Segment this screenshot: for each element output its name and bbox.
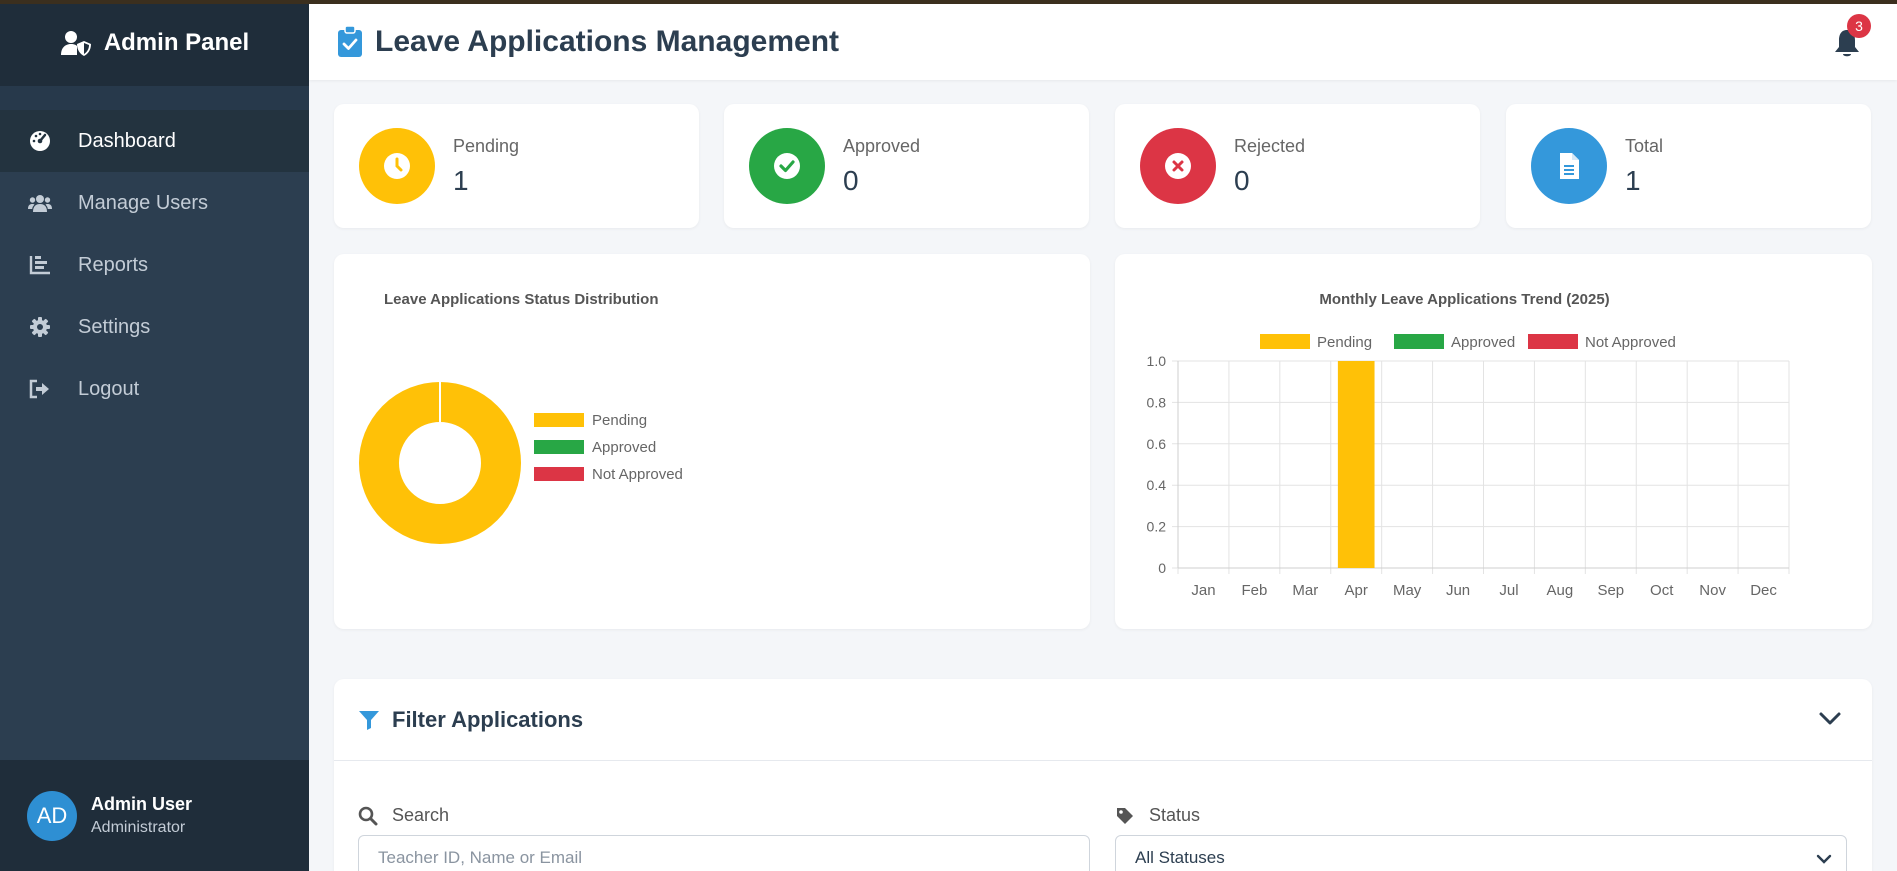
page-header: Leave Applications Management 3 [309, 4, 1897, 80]
x-tick-label: Nov [1699, 582, 1726, 599]
y-tick-label: 1.0 [1147, 353, 1167, 369]
stat-card-approved: Approved 0 [724, 104, 1089, 228]
legend-swatch [534, 413, 584, 427]
notification-badge: 3 [1847, 14, 1871, 38]
legend-swatch [534, 440, 584, 454]
tag-icon [1117, 807, 1133, 824]
x-tick-label: Mar [1292, 582, 1318, 599]
legend-swatch [1394, 334, 1444, 349]
gauge-icon [30, 131, 50, 151]
status-distribution-card: Leave Applications Status Distribution P… [334, 254, 1090, 629]
users-icon [28, 195, 52, 212]
avatar: AD [27, 790, 77, 841]
x-tick-label: Dec [1750, 582, 1777, 599]
sidebar-item-label: Manage Users [78, 191, 209, 214]
legend-label: Approved [1451, 334, 1515, 351]
x-tick-label: May [1393, 582, 1422, 599]
x-tick-label: Jun [1446, 582, 1470, 599]
stat-label: Total [1625, 135, 1664, 156]
top-accent-line [0, 0, 1897, 4]
chart-title: Leave Applications Status Distribution [384, 291, 659, 308]
x-tick-label: Apr [1345, 582, 1368, 599]
search-icon [358, 806, 378, 825]
legend-label: Not Approved [1585, 334, 1676, 351]
x-tick-label: Oct [1650, 582, 1674, 599]
y-tick-label: 0.8 [1147, 394, 1167, 410]
y-tick-label: 0.6 [1147, 436, 1167, 452]
legend-swatch [534, 467, 584, 481]
filter-title: Filter Applications [392, 706, 584, 732]
stat-card-total: Total 1 [1506, 104, 1871, 228]
legend-label: Approved [592, 439, 656, 456]
logout-icon [29, 379, 49, 399]
sidebar-item-label: Settings [78, 315, 151, 338]
sidebar-item-label: Dashboard [78, 129, 176, 152]
legend-label: Pending [592, 412, 647, 429]
monthly-trend-card: Monthly Leave Applications Trend (2025) … [1115, 254, 1872, 629]
status-label: Status [1115, 805, 1200, 826]
x-tick-label: Feb [1241, 582, 1267, 599]
page-title: Leave Applications Management [375, 25, 840, 58]
check-icon [774, 153, 800, 179]
legend-label: Pending [1317, 334, 1372, 351]
sidebar-item-dashboard[interactable]: Dashboard [0, 110, 309, 172]
stat-label: Approved [843, 135, 921, 156]
x-tick-label: Jan [1191, 582, 1215, 599]
x-tick-label: Aug [1547, 582, 1574, 599]
legend-swatch [1260, 334, 1310, 349]
filter-icon [359, 710, 379, 730]
stat-value: 0 [1234, 164, 1250, 196]
x-tick-label: Jul [1499, 582, 1518, 599]
user-shield-icon [60, 31, 91, 56]
chevron-down-icon [1816, 854, 1832, 864]
status-select-value: All Statuses [1135, 848, 1225, 867]
clock-icon [384, 153, 410, 179]
brand-title: Admin Panel [103, 29, 250, 56]
sidebar-item-reports[interactable]: Reports [0, 234, 309, 296]
stat-value: 1 [1625, 164, 1641, 196]
filter-header[interactable]: Filter Applications [334, 679, 1872, 761]
legend-label: Not Approved [592, 466, 683, 483]
stat-label: Pending [453, 135, 520, 156]
stat-label: Rejected [1234, 135, 1306, 156]
sidebar-item-manage-users[interactable]: Manage Users [0, 172, 309, 234]
stat-value: 0 [843, 164, 859, 196]
chart-title: Monthly Leave Applications Trend (2025) [1319, 291, 1610, 308]
y-tick-label: 0.4 [1147, 477, 1167, 493]
chevron-down-icon[interactable] [1818, 709, 1842, 729]
search-input[interactable]: Teacher ID, Name or Email [358, 835, 1090, 871]
clipboard-check-icon [338, 26, 362, 57]
sidebar: Admin Panel Dashboard Manage Users Repor… [0, 0, 309, 871]
gear-icon [30, 317, 50, 337]
sidebar-item-label: Logout [78, 377, 140, 400]
y-tick-label: 0.2 [1147, 519, 1167, 535]
sidebar-item-logout[interactable]: Logout [0, 358, 309, 420]
stat-card-rejected: Rejected 0 [1115, 104, 1480, 228]
legend-swatch [1528, 334, 1578, 349]
sidebar-item-label: Reports [78, 253, 149, 276]
document-icon [1560, 153, 1579, 179]
brand: Admin Panel [0, 0, 309, 86]
sidebar-item-settings[interactable]: Settings [0, 296, 309, 358]
bar-chart: Pending Approved Not Approved 0 0.2 0.4 0.6 0.8… [1147, 334, 1790, 599]
user-name: Admin User [91, 794, 193, 814]
user-profile[interactable]: AD Admin User Administrator [0, 760, 309, 871]
y-tick-label: 0 [1158, 560, 1166, 576]
stat-value: 1 [453, 164, 469, 196]
donut-chart: Pending Approved Not Approved [359, 382, 683, 544]
x-tick-label: Sep [1597, 582, 1624, 599]
status-select[interactable]: All Statuses [1115, 835, 1847, 871]
chart-bar-icon [29, 256, 50, 275]
stat-card-pending: Pending 1 [334, 104, 699, 228]
user-role: Administrator [91, 819, 186, 836]
x-icon [1165, 153, 1191, 179]
filter-card: Filter Applications Search Teacher ID, N… [334, 679, 1872, 871]
search-label: Search [358, 805, 449, 826]
bar-pending-apr [1337, 361, 1375, 568]
